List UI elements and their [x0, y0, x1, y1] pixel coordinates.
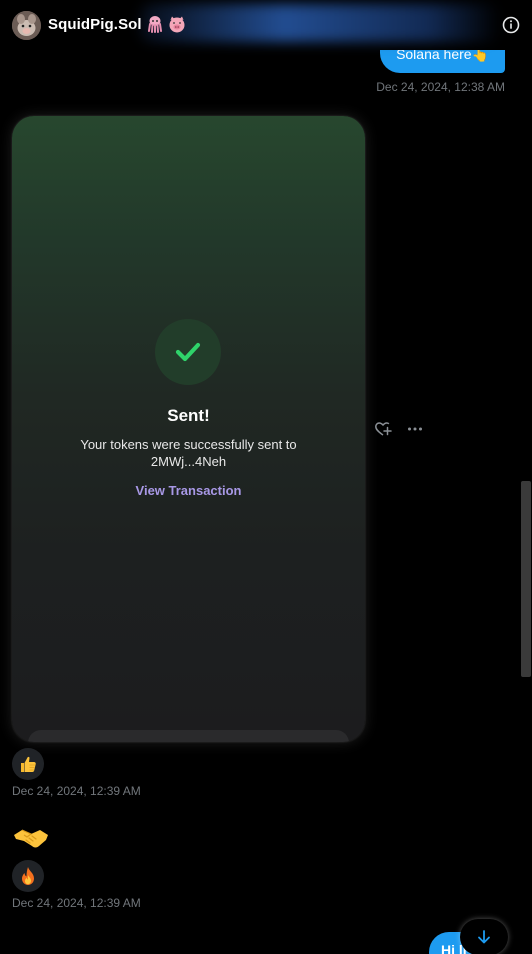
more-options-icon[interactable]	[406, 420, 424, 438]
header-glow	[140, 4, 500, 42]
view-transaction-link[interactable]: View Transaction	[12, 483, 365, 498]
scroll-to-bottom-button[interactable]	[460, 919, 508, 954]
transaction-title: Sent!	[167, 406, 210, 425]
pig-face-icon	[168, 15, 186, 33]
fire-icon	[22, 867, 34, 885]
dm-conversation: SquidPig.Sol Solana here👆 Dec 24, 2024, …	[0, 0, 532, 954]
contact-name: SquidPig.Sol	[48, 15, 142, 33]
scrollbar-track[interactable]	[520, 0, 532, 954]
thumbs-up-emoji-message[interactable]	[12, 748, 44, 780]
conversation-title[interactable]: SquidPig.Sol	[48, 15, 186, 33]
message-timestamp: Dec 24, 2024, 12:38 AM	[376, 80, 505, 94]
success-badge	[155, 319, 221, 385]
info-icon[interactable]	[502, 16, 520, 34]
card-bottom-bar	[28, 730, 349, 742]
arrow-down-icon	[478, 930, 490, 944]
handshake-emoji-message[interactable]	[12, 823, 50, 853]
transaction-card[interactable]: Sent! Your tokens were successfully sent…	[12, 116, 365, 742]
handshake-icon	[14, 829, 48, 848]
thumbs-up-icon	[21, 756, 36, 772]
conversation-header: SquidPig.Sol	[0, 0, 532, 50]
message-timestamp: Dec 24, 2024, 12:39 AM	[12, 784, 141, 798]
check-icon	[175, 342, 201, 362]
message-timestamp: Dec 24, 2024, 12:39 AM	[12, 896, 141, 910]
recipient-address: 2MWj...4Neh	[150, 454, 227, 469]
add-reaction-icon[interactable]	[374, 420, 392, 438]
avatar[interactable]	[12, 11, 41, 40]
transaction-description-line: Your tokens were successfully sent to	[80, 437, 297, 452]
transaction-description: Your tokens were successfully sent to 2M…	[12, 436, 365, 470]
scrollbar-thumb[interactable]	[521, 481, 531, 677]
message-actions	[374, 420, 424, 438]
squid-emoji-icon	[146, 15, 164, 33]
fire-emoji-message[interactable]	[12, 860, 44, 892]
